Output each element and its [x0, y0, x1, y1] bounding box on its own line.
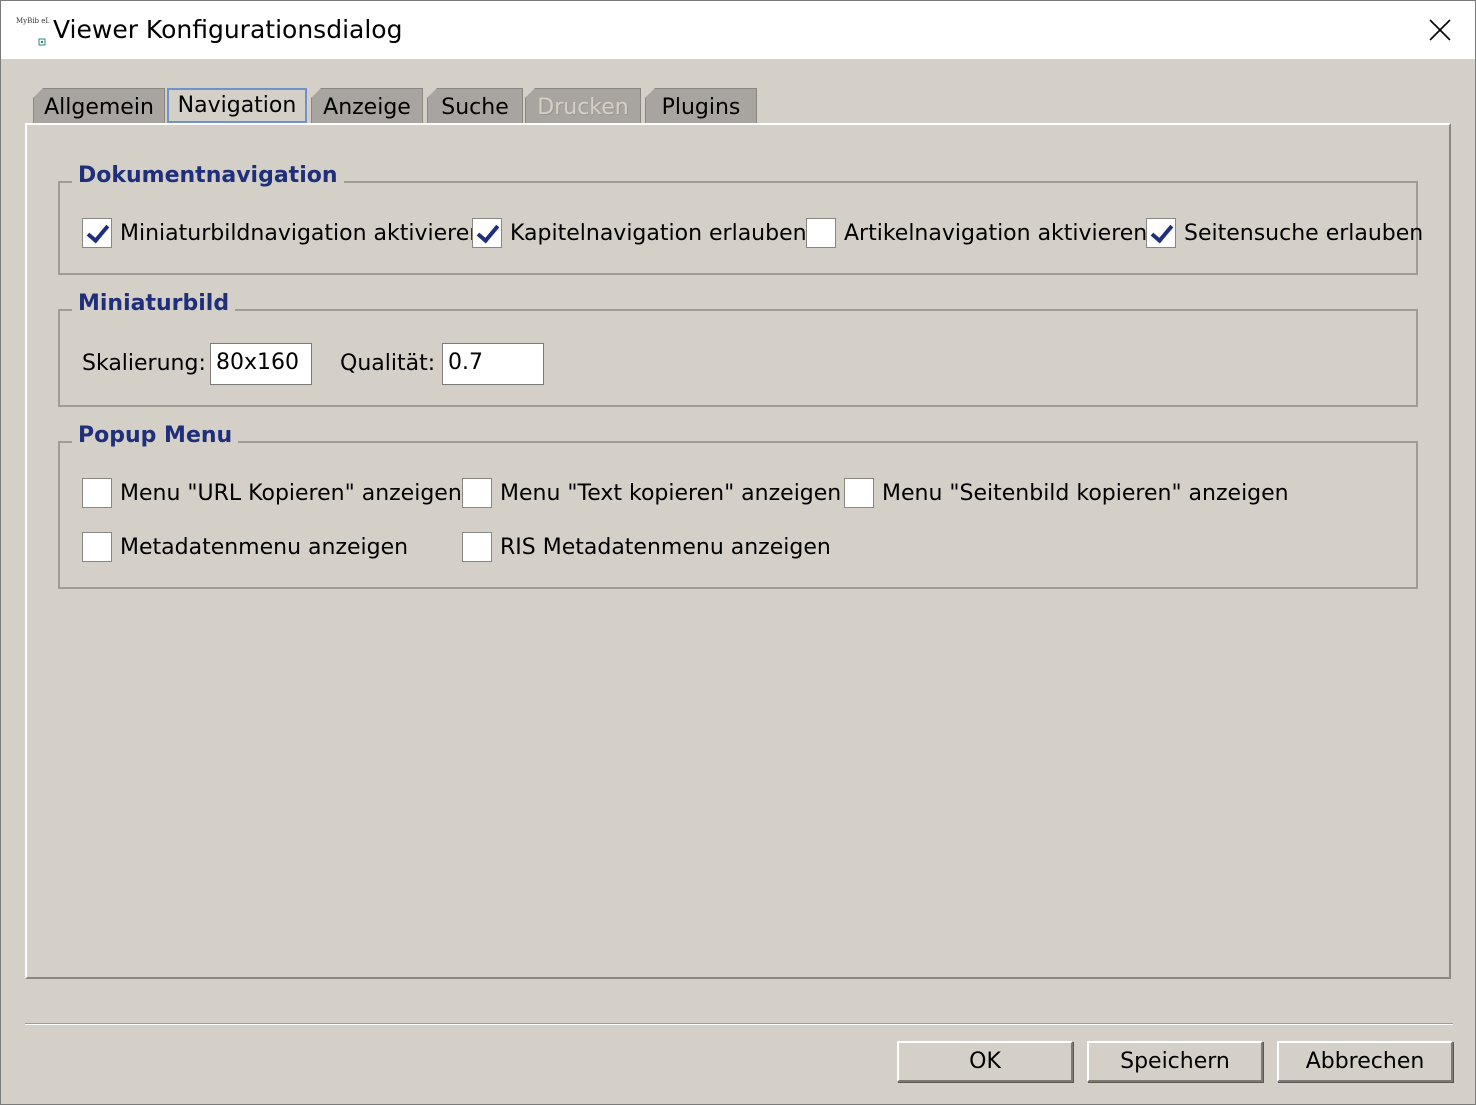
- tab-drucken: Drucken: [525, 88, 641, 125]
- tab-plugins[interactable]: Plugins: [645, 88, 757, 125]
- tab-suche[interactable]: Suche: [427, 88, 523, 125]
- checkbox-label: Menu "Seitenbild kopieren" anzeigen: [882, 480, 1289, 506]
- checkbox-label: Menu "URL Kopieren" anzeigen: [120, 480, 462, 506]
- checkbox-metadatenmenu[interactable]: Metadatenmenu anzeigen: [82, 532, 408, 562]
- checkbox-box[interactable]: [1146, 218, 1176, 248]
- tab-label: Allgemein: [44, 94, 154, 120]
- checkbox-artikelnavigation[interactable]: Artikelnavigation aktivieren: [806, 218, 1147, 248]
- tab-label: Anzeige: [323, 94, 411, 120]
- checkbox-box[interactable]: [472, 218, 502, 248]
- tab-label: Drucken: [537, 94, 629, 120]
- checkbox-label: Seitensuche erlauben: [1184, 220, 1424, 246]
- checkbox-box[interactable]: [82, 532, 112, 562]
- tab-anzeige[interactable]: Anzeige: [311, 88, 423, 125]
- close-icon: [1429, 19, 1451, 41]
- checkbox-box[interactable]: [806, 218, 836, 248]
- window-title: Viewer Konfigurationsdialog: [53, 15, 403, 44]
- checkbox-box[interactable]: [82, 218, 112, 248]
- checkbox-ris-metadatenmenu[interactable]: RIS Metadatenmenu anzeigen: [462, 532, 831, 562]
- qualitaet-input[interactable]: 0.7: [442, 343, 544, 385]
- checkbox-seitensuche[interactable]: Seitensuche erlauben: [1146, 218, 1423, 248]
- save-button[interactable]: Speichern: [1087, 1041, 1263, 1082]
- ok-button[interactable]: OK: [897, 1041, 1073, 1082]
- checkbox-menu-url-kopieren[interactable]: Menu "URL Kopieren" anzeigen: [82, 478, 462, 508]
- checkbox-menu-text-kopieren[interactable]: Menu "Text kopieren" anzeigen: [462, 478, 841, 508]
- checkbox-label: Metadatenmenu anzeigen: [120, 534, 409, 560]
- qualitaet-label: Qualität:: [340, 351, 436, 376]
- checkbox-kapitelnavigation[interactable]: Kapitelnavigation erlauben: [472, 218, 807, 248]
- svg-text:MyBib eL: MyBib eL: [16, 17, 49, 25]
- skalierung-input[interactable]: 80x160: [210, 343, 312, 385]
- checkbox-label: Menu "Text kopieren" anzeigen: [500, 480, 842, 506]
- cancel-button[interactable]: Abbrechen: [1277, 1041, 1453, 1082]
- checkbox-miniaturbildnavigation[interactable]: Miniaturbildnavigation aktivieren: [82, 218, 483, 248]
- checkbox-box[interactable]: [844, 478, 874, 508]
- group-popup-menu: Popup Menu: [58, 423, 1418, 589]
- tab-navigation[interactable]: Navigation: [167, 88, 307, 123]
- checkbox-label: Artikelnavigation aktivieren: [844, 220, 1148, 246]
- tab-label: Suche: [441, 94, 509, 120]
- group-title-dokumentnavigation: Dokumentnavigation: [72, 163, 344, 188]
- checkbox-label: RIS Metadatenmenu anzeigen: [500, 534, 831, 560]
- tab-label: Navigation: [177, 93, 297, 118]
- checkbox-box[interactable]: [462, 478, 492, 508]
- checkbox-box[interactable]: [462, 532, 492, 562]
- checkbox-label: Miniaturbildnavigation aktivieren: [120, 220, 484, 246]
- checkbox-menu-seitenbild-kopieren[interactable]: Menu "Seitenbild kopieren" anzeigen: [844, 478, 1289, 508]
- skalierung-label: Skalierung:: [82, 351, 206, 376]
- checkbox-box[interactable]: [82, 478, 112, 508]
- checkbox-label: Kapitelnavigation erlauben: [510, 220, 807, 246]
- app-logo-icon: MyBib eL: [15, 13, 50, 47]
- close-button[interactable]: [1405, 1, 1475, 59]
- group-title-popup-menu: Popup Menu: [72, 423, 239, 448]
- dialog-window: MyBib eL Viewer Konfigurationsdialog All…: [0, 0, 1476, 1105]
- tab-allgemein[interactable]: Allgemein: [33, 88, 165, 125]
- title-bar: MyBib eL Viewer Konfigurationsdialog: [1, 1, 1475, 59]
- tab-label: Plugins: [661, 94, 741, 120]
- group-title-miniaturbild: Miniaturbild: [72, 291, 236, 316]
- separator: [25, 1023, 1453, 1025]
